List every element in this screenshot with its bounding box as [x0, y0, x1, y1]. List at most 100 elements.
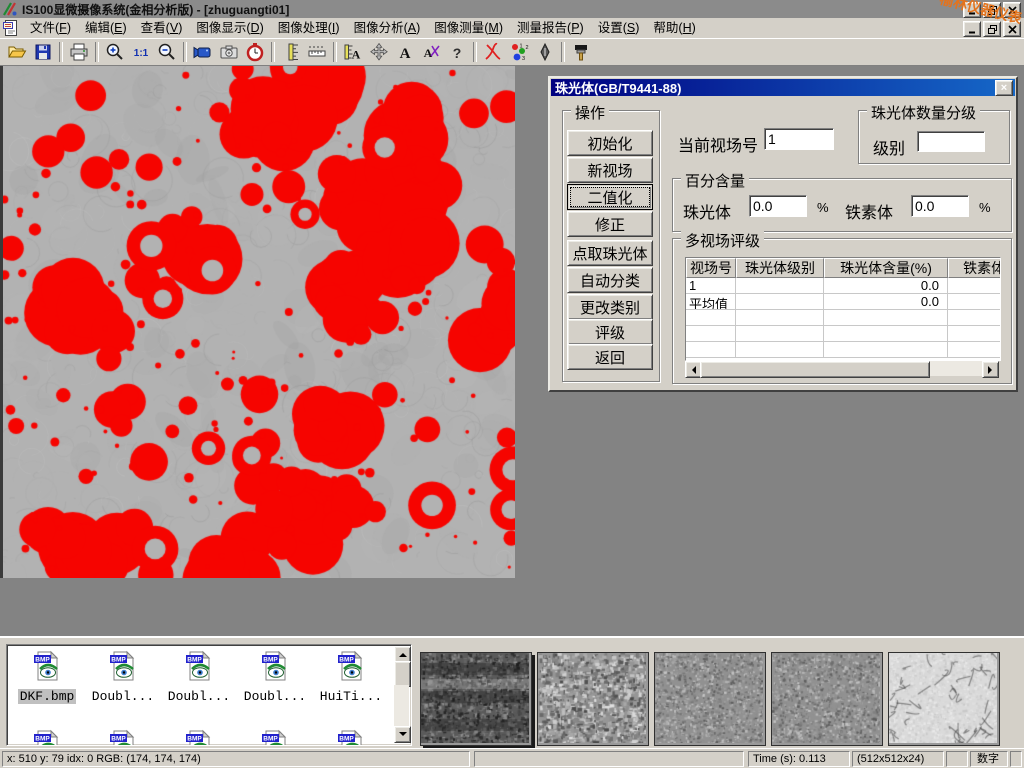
- op-button-8[interactable]: 评级: [567, 319, 653, 345]
- table-row[interactable]: [686, 326, 1001, 342]
- text-button[interactable]: A: [392, 40, 418, 65]
- zoom-in-button[interactable]: [102, 40, 128, 65]
- thumbnail-image[interactable]: [421, 653, 529, 743]
- thumbnail-image[interactable]: [772, 653, 880, 743]
- op-button-7[interactable]: 更改类别: [567, 294, 653, 320]
- op-button-9[interactable]: 返回: [567, 344, 653, 370]
- pan-cross-button[interactable]: [366, 40, 392, 65]
- current-field-input[interactable]: [764, 128, 834, 150]
- file-item[interactable]: BMP: [163, 729, 235, 746]
- op-button-5[interactable]: 点取珠光体: [567, 240, 653, 266]
- restore-button[interactable]: [983, 2, 1001, 18]
- file-item[interactable]: BMPDoubl...: [239, 650, 311, 705]
- menu-v[interactable]: 查看(V): [134, 18, 190, 38]
- dialog-title-bar[interactable]: 珠光体(GB/T9441-88) ×: [551, 79, 1015, 96]
- child-restore-button[interactable]: [983, 21, 1001, 37]
- menu-m[interactable]: 图像测量(M): [427, 18, 510, 38]
- brush-button[interactable]: [568, 40, 594, 65]
- thumb-5[interactable]: [888, 652, 1000, 746]
- menu-p[interactable]: 测量报告(P): [510, 18, 591, 38]
- thumb-2[interactable]: [537, 652, 649, 746]
- file-browser-scrollbar[interactable]: [394, 646, 410, 742]
- table-cell[interactable]: [824, 342, 948, 358]
- table-cell[interactable]: 0.0: [824, 294, 948, 310]
- table-cell[interactable]: [686, 326, 736, 342]
- scroll-thumb[interactable]: [394, 661, 411, 687]
- table-cell[interactable]: [948, 310, 1001, 326]
- rating-table[interactable]: 视场号珠光体级别珠光体含量(%)铁素体含量(%)10.0平均值0.0: [685, 257, 1001, 361]
- save-button[interactable]: [30, 40, 56, 65]
- scroll-down-button[interactable]: [394, 726, 411, 743]
- op-button-4[interactable]: 修正: [567, 211, 653, 237]
- thumbnail-image[interactable]: [889, 653, 997, 743]
- op-button-2[interactable]: 新视场: [567, 157, 653, 183]
- table-cell[interactable]: [948, 278, 1001, 294]
- file-item[interactable]: BMP: [11, 729, 83, 746]
- caliper-text-button[interactable]: A: [340, 40, 366, 65]
- grade-input[interactable]: [917, 131, 985, 152]
- minimize-button[interactable]: [963, 2, 981, 18]
- menu-e[interactable]: 编辑(E): [78, 18, 134, 38]
- table-cell[interactable]: [948, 294, 1001, 310]
- menu-i[interactable]: 图像处理(I): [271, 18, 347, 38]
- table-cell[interactable]: 平均值: [686, 294, 736, 310]
- scroll-right-button[interactable]: [982, 361, 999, 378]
- print-button[interactable]: [66, 40, 92, 65]
- table-row[interactable]: [686, 310, 1001, 326]
- file-item[interactable]: BMPDoubl...: [87, 650, 159, 705]
- child-window-icon[interactable]: [3, 20, 19, 36]
- timer-button[interactable]: [242, 40, 268, 65]
- caliper-vertical-button[interactable]: [278, 40, 304, 65]
- table-row[interactable]: [686, 342, 1001, 358]
- table-cell[interactable]: [736, 278, 824, 294]
- pearlite-percent-input[interactable]: [749, 195, 807, 217]
- file-item[interactable]: BMPDKF.bmp: [11, 650, 83, 705]
- op-button-6[interactable]: 自动分类: [567, 267, 653, 293]
- zoom-out-button[interactable]: [154, 40, 180, 65]
- table-row[interactable]: 10.0: [686, 278, 1001, 294]
- table-cell[interactable]: 0.0: [824, 278, 948, 294]
- table-cell[interactable]: [736, 294, 824, 310]
- dialog-close-icon[interactable]: ×: [995, 80, 1013, 96]
- table-cell[interactable]: [736, 342, 824, 358]
- menu-s[interactable]: 设置(S): [591, 18, 647, 38]
- table-cell[interactable]: [824, 326, 948, 342]
- class-dots-button[interactable]: 123: [506, 40, 532, 65]
- file-item[interactable]: BMPDoubl...: [163, 650, 235, 705]
- file-item[interactable]: BMP: [87, 729, 159, 746]
- help-button[interactable]: ?: [444, 40, 470, 65]
- actual-size-button[interactable]: 1:1: [128, 40, 154, 65]
- open-folder-button[interactable]: [4, 40, 30, 65]
- close-button[interactable]: [1003, 2, 1021, 18]
- child-close-button[interactable]: [1003, 21, 1021, 37]
- scroll-track[interactable]: [394, 685, 409, 726]
- thumb-1[interactable]: [420, 652, 532, 746]
- table-cell[interactable]: [686, 342, 736, 358]
- text-edit-button[interactable]: A: [418, 40, 444, 65]
- op-button-1[interactable]: 初始化: [567, 130, 653, 156]
- table-cell[interactable]: [948, 342, 1001, 358]
- video-camera-button[interactable]: [190, 40, 216, 65]
- child-minimize-button[interactable]: [963, 21, 981, 37]
- thumbnail-image[interactable]: [538, 653, 646, 743]
- table-row[interactable]: 平均值 0.0: [686, 294, 1001, 310]
- micrograph-image[interactable]: [3, 66, 515, 578]
- table-cell[interactable]: [824, 310, 948, 326]
- camera-button[interactable]: [216, 40, 242, 65]
- scroll-thumb[interactable]: [700, 361, 930, 378]
- table-cell[interactable]: [736, 310, 824, 326]
- ruler-horizontal-button[interactable]: [304, 40, 330, 65]
- table-cell[interactable]: [948, 326, 1001, 342]
- table-cell[interactable]: [686, 310, 736, 326]
- ferrite-percent-input[interactable]: [911, 195, 969, 217]
- thumb-3[interactable]: [654, 652, 766, 746]
- menu-d[interactable]: 图像显示(D): [189, 18, 270, 38]
- thumbnail-image[interactable]: [655, 653, 763, 743]
- table-cell[interactable]: [736, 326, 824, 342]
- menu-h[interactable]: 帮助(H): [646, 18, 702, 38]
- menu-a[interactable]: 图像分析(A): [347, 18, 428, 38]
- thumb-4[interactable]: [771, 652, 883, 746]
- delete-curve-button[interactable]: [480, 40, 506, 65]
- file-item[interactable]: BMP: [315, 729, 387, 746]
- table-hscrollbar[interactable]: [685, 361, 999, 376]
